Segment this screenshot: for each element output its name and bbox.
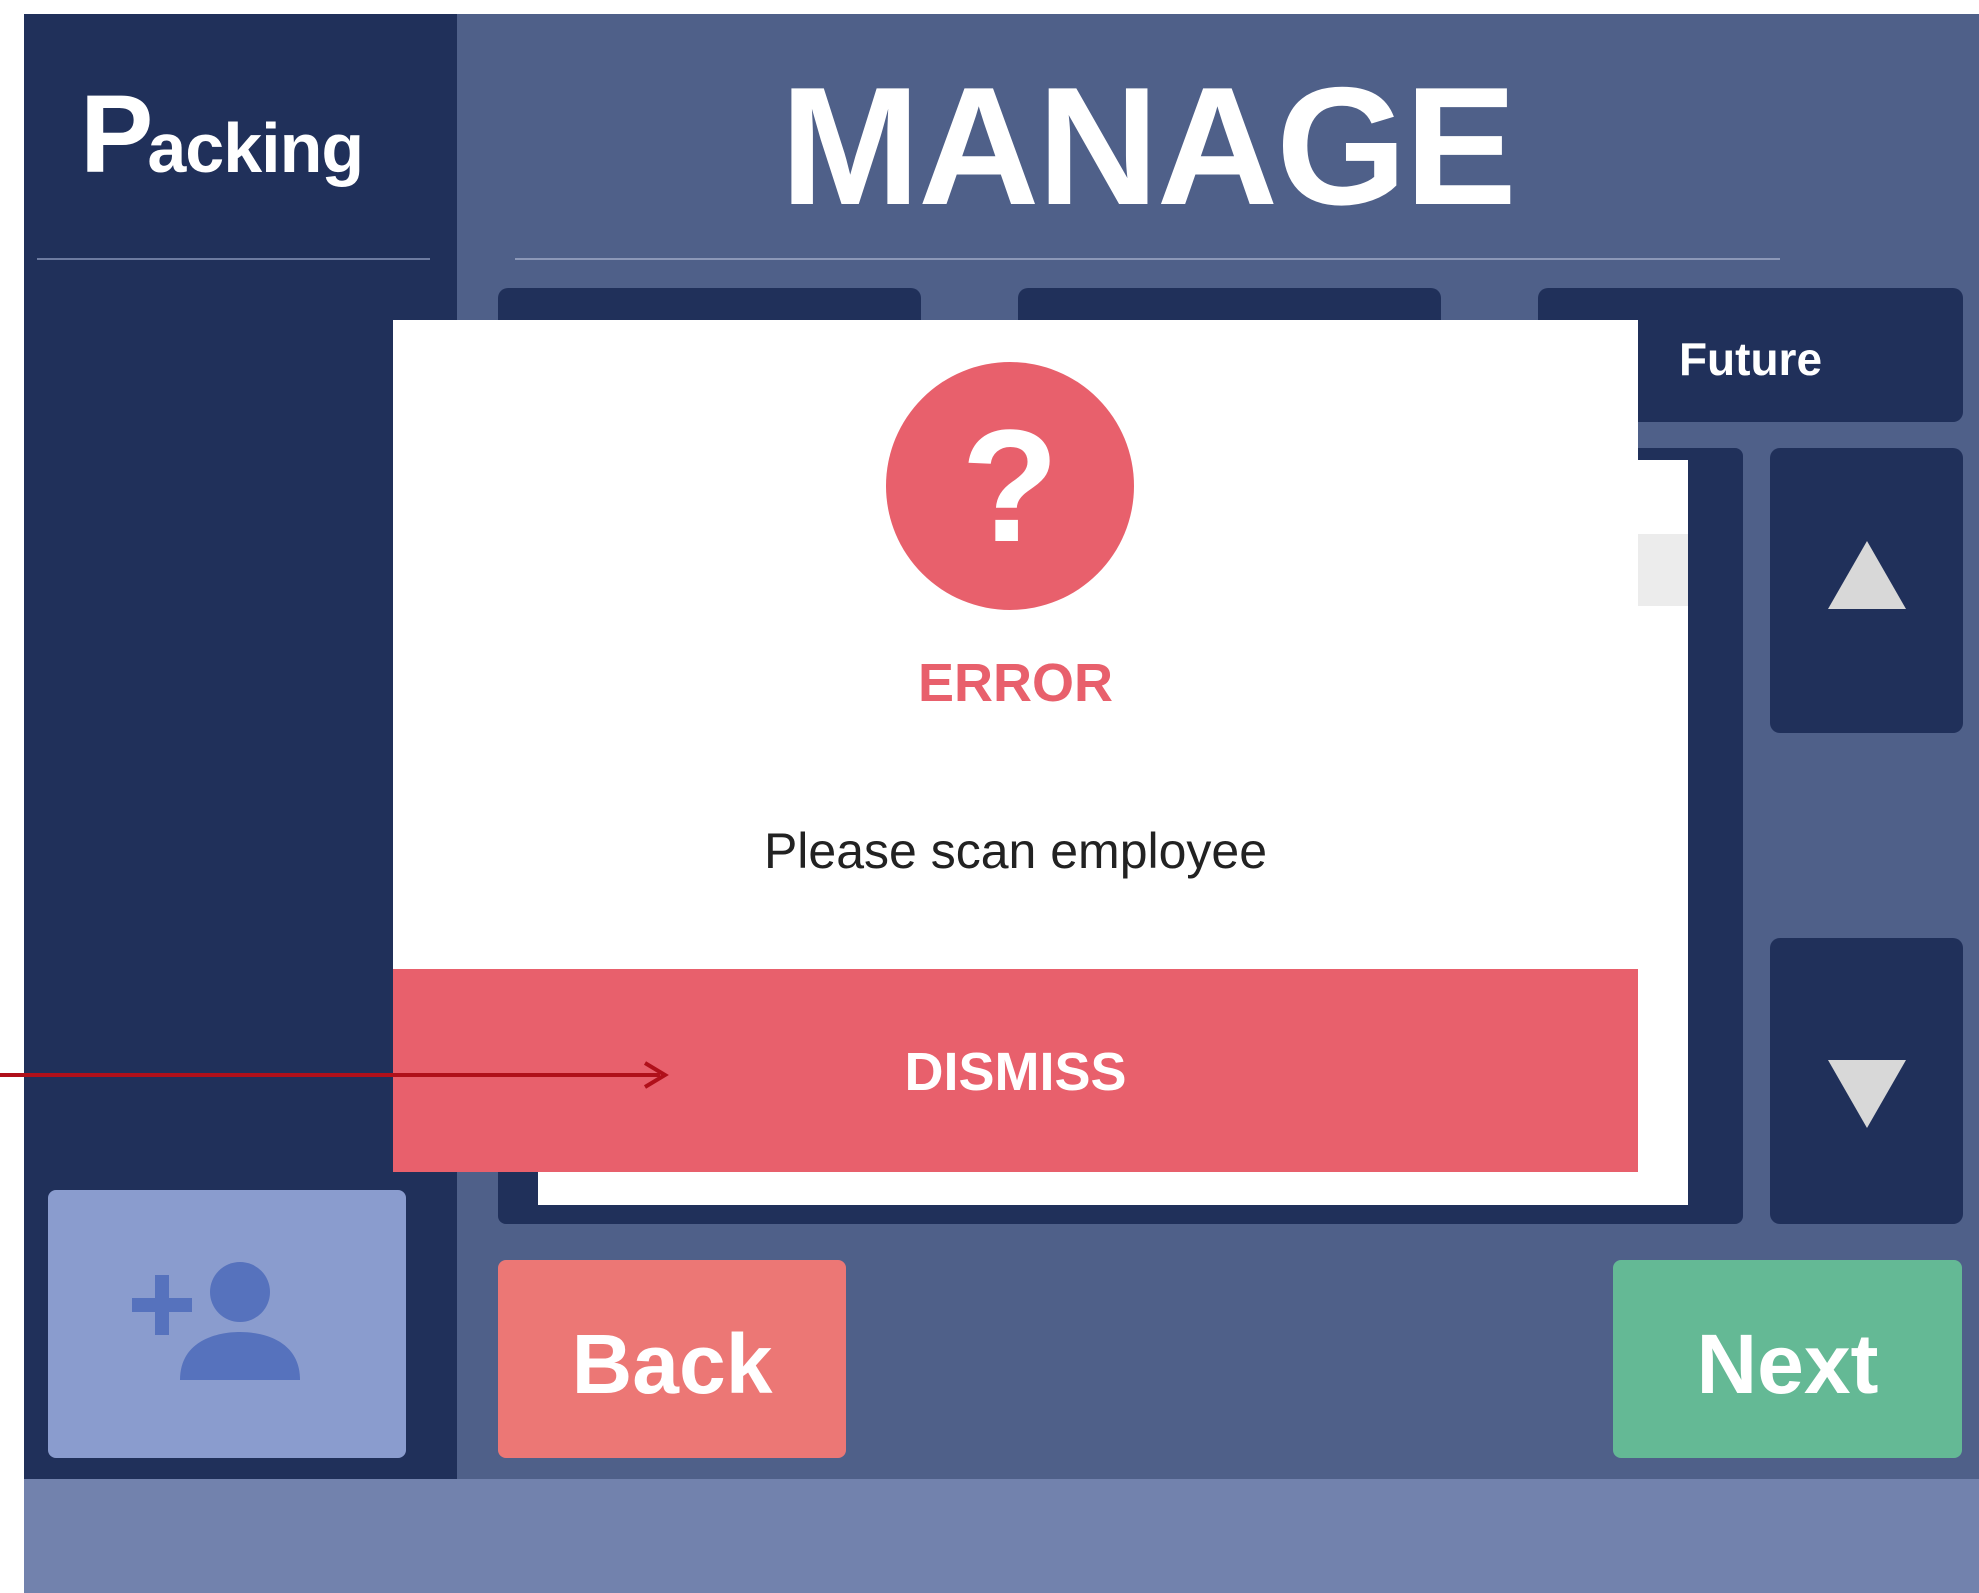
annotation-arrow-icon: [0, 1061, 669, 1089]
triangle-down-icon: [1827, 1060, 1906, 1128]
next-button[interactable]: Next: [1613, 1260, 1962, 1458]
back-button[interactable]: Back: [498, 1260, 846, 1458]
question-mark-icon: ?: [886, 362, 1134, 610]
list-row: [1638, 534, 1688, 606]
app-logo: Packing: [80, 80, 364, 190]
sidebar-divider: [37, 258, 430, 260]
add-user-button[interactable]: [48, 1190, 406, 1458]
scroll-down-button[interactable]: [1770, 938, 1963, 1224]
dialog-title: ERROR: [917, 653, 1113, 713]
logo-initial: P: [80, 73, 153, 196]
page-title: MANAGE: [780, 52, 1517, 240]
scroll-up-button[interactable]: [1770, 448, 1963, 733]
add-user-icon: [132, 1262, 300, 1380]
title-divider: [515, 258, 1780, 260]
back-button-label: Back: [571, 1317, 773, 1411]
status-bar: [24, 1479, 1979, 1593]
next-button-label: Next: [1696, 1317, 1879, 1411]
dialog-message: Please scan employee: [763, 823, 1268, 879]
triangle-up-icon: [1827, 541, 1906, 609]
logo-text: acking: [147, 109, 364, 187]
